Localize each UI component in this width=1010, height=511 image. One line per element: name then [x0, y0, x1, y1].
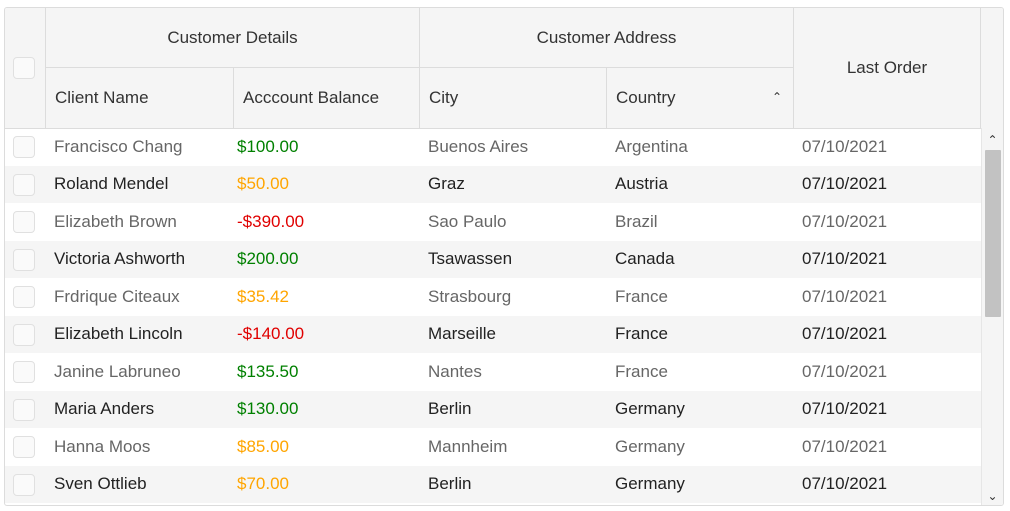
last-order-cell: 07/10/2021	[802, 436, 888, 456]
row-select-checkbox[interactable]	[13, 473, 35, 496]
table-row[interactable]: Maria Anders $130.00 Berlin Germany 07/10/20…	[5, 390, 981, 428]
grid-header: Customer Details Customer Address Client…	[5, 8, 1003, 129]
account-balance-cell: $135.50	[237, 361, 299, 381]
city-cell: Sao Paulo	[428, 211, 507, 231]
table-row[interactable]: Elizabeth Brown -$390.00 Sao Paulo Brazil 07…	[5, 203, 981, 241]
city-cell: Berlin	[428, 474, 472, 494]
country-cell: Canada	[615, 249, 675, 269]
last-order-cell: 07/10/2021	[802, 399, 888, 419]
chevron-up-icon[interactable]: ⌃	[772, 90, 782, 104]
grid-body: Francisco Chang $100.00 Buenos Aires Argent…	[5, 128, 981, 505]
select-all-checkbox[interactable]	[13, 57, 35, 79]
table-row[interactable]: Hanna Moos $85.00 Mannheim Germany 07/10/202…	[5, 428, 981, 466]
row-select-checkbox[interactable]	[13, 398, 35, 421]
last-order-cell: 07/10/2021	[802, 324, 888, 344]
row-select-checkbox[interactable]	[13, 248, 35, 271]
table-row[interactable]: Victoria Ashworth $200.00 Tsawassen Canada 0…	[5, 240, 981, 278]
chevron-up-icon[interactable]: ⌃	[982, 130, 1003, 150]
account-balance-cell: $35.42	[237, 286, 289, 306]
last-order-cell: 07/10/2021	[802, 474, 888, 494]
country-cell: Germany	[615, 474, 685, 494]
column-header-country[interactable]: Country	[607, 68, 793, 128]
city-cell: Marseille	[428, 324, 497, 344]
table-row[interactable]: Janine Labruneo $135.50 Nantes France 07/10/…	[5, 353, 981, 391]
row-select-checkbox[interactable]	[13, 436, 35, 458]
chevron-down-icon[interactable]: ⌄	[982, 486, 1003, 505]
client-name-cell: Roland Mendel	[54, 174, 169, 194]
client-name-cell: Victoria Ashworth	[54, 249, 186, 269]
group-header-customer-details[interactable]: Customer Details	[46, 8, 419, 67]
country-cell: Argentina	[615, 136, 688, 156]
client-name-cell: Frdrique Citeaux	[54, 286, 180, 306]
column-header-account-balance[interactable]: Acccount Balance	[234, 68, 419, 128]
vertical-scrollbar[interactable]: ⌃ ⌄	[981, 128, 1003, 505]
column-header-client-name[interactable]: Client Name	[46, 68, 233, 128]
account-balance-cell: $85.00	[237, 436, 289, 456]
city-cell: Buenos Aires	[428, 136, 529, 156]
last-order-cell: 07/10/2021	[802, 136, 888, 156]
city-cell: Strasbourg	[428, 286, 512, 306]
city-cell: Berlin	[428, 399, 472, 419]
client-name-cell: Sven Ottlieb	[54, 474, 147, 494]
client-name-cell: Elizabeth Lincoln	[54, 324, 183, 344]
table-row[interactable]: Sven Ottlieb $70.00 Berlin Germany 07/10/202…	[5, 465, 981, 503]
table-row[interactable]: Francisco Chang $100.00 Buenos Aires Argent…	[5, 128, 981, 166]
account-balance-cell: $200.00	[237, 249, 299, 269]
country-cell: Germany	[615, 399, 685, 419]
city-cell: Mannheim	[428, 436, 508, 456]
country-cell: Germany	[615, 436, 685, 456]
row-select-checkbox[interactable]	[13, 286, 35, 308]
table-row[interactable]: Frdrique Citeaux $35.42 Strasbourg France 07…	[5, 278, 981, 316]
country-cell: Austria	[615, 174, 668, 194]
last-order-cell: 07/10/2021	[802, 211, 888, 231]
row-select-checkbox[interactable]	[13, 361, 35, 383]
country-cell: France	[615, 324, 668, 344]
account-balance-cell: $50.00	[237, 174, 289, 194]
account-balance-cell: $130.00	[237, 399, 299, 419]
city-cell: Nantes	[428, 361, 482, 381]
client-name-cell: Elizabeth Brown	[54, 211, 177, 231]
country-cell: France	[615, 361, 668, 381]
client-name-cell: Maria Anders	[54, 399, 155, 419]
data-grid: Customer Details Customer Address Client…	[4, 7, 1004, 506]
scrollbar-thumb[interactable]	[985, 150, 1001, 317]
client-name-cell: Hanna Moos	[54, 436, 151, 456]
city-cell: Tsawassen	[428, 249, 513, 269]
group-header-customer-address[interactable]: Customer Address	[420, 8, 793, 67]
row-select-checkbox[interactable]	[13, 173, 35, 196]
country-cell: France	[615, 286, 668, 306]
last-order-cell: 07/10/2021	[802, 361, 888, 381]
account-balance-cell: -$390.00	[237, 211, 305, 231]
city-cell: Graz	[428, 174, 465, 194]
column-header-last-order[interactable]: Last Order	[794, 8, 980, 128]
table-row[interactable]: Roland Mendel $50.00 Graz Austria 07/10/2021	[5, 165, 981, 203]
account-balance-cell: -$140.00	[237, 324, 305, 344]
table-row[interactable]: Elizabeth Lincoln -$140.00 Marseille France…	[5, 315, 981, 353]
row-select-checkbox[interactable]	[13, 136, 35, 158]
last-order-cell: 07/10/2021	[802, 249, 888, 269]
account-balance-cell: $100.00	[237, 136, 299, 156]
row-select-checkbox[interactable]	[13, 211, 35, 233]
country-cell: Brazil	[615, 211, 658, 231]
row-select-checkbox[interactable]	[13, 323, 35, 346]
account-balance-cell: $70.00	[237, 474, 289, 494]
column-header-city[interactable]: City	[420, 68, 606, 128]
client-name-cell: Janine Labruneo	[54, 361, 181, 381]
last-order-cell: 07/10/2021	[802, 174, 888, 194]
last-order-cell: 07/10/2021	[802, 286, 888, 306]
column-header-country-label: Country	[616, 88, 676, 107]
client-name-cell: Francisco Chang	[54, 136, 183, 156]
